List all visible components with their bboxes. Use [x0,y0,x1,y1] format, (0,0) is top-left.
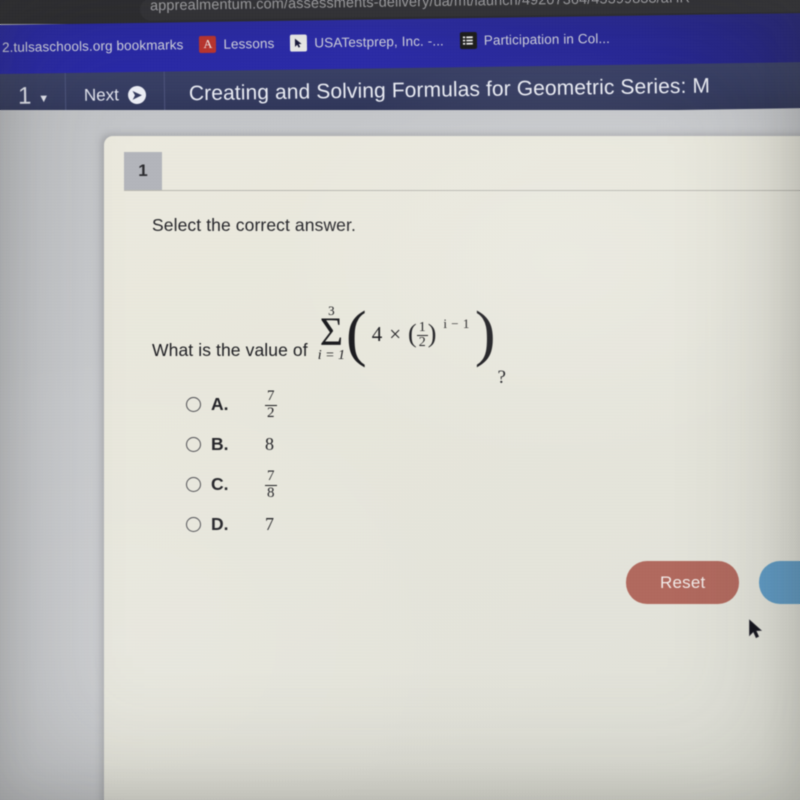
bookmark-label-lessons: Lessons [223,35,275,52]
choice-c-numerator: 7 [265,468,277,486]
bookmark-label-usatestprep: USATestprep, Inc. -... [314,32,444,50]
choice-letter-d: D. [211,513,229,534]
question-stem: What is the value of 3 Σ i = 1 ( 4 × ( 1… [152,299,506,387]
radio-button-d[interactable] [186,516,201,532]
base-denominator: 2 [418,335,426,351]
answer-choice-a[interactable]: A. 7 2 [186,384,277,424]
choice-a-numerator: 7 [265,388,277,406]
answer-choice-d[interactable]: D. 7 [186,504,277,544]
choice-letter-a: A. [211,393,229,414]
bookmark-item-lessons[interactable]: A Lessons [197,32,288,54]
next-button[interactable]: Next [759,561,800,604]
bookmark-item-usatestprep[interactable]: USATestprep, Inc. -... [288,30,458,54]
arrow-right-circle-icon: ➤ [127,85,147,105]
summation-lower-limit: i = 1 [317,347,346,363]
screen-photo: apprealmentum.com/assessments-delivery/u… [0,0,800,800]
expression-close-paren: ) [474,299,496,368]
choice-letter-b: B. [211,433,229,454]
list-lines-icon [459,31,477,49]
question-card: 1 Select the correct answer. What is the… [104,136,800,800]
summation-expression: ( 4 × ( 1 2 ) i − 1 ) [346,299,496,368]
bookmark-folder-label: 2.tulsaschools.org bookmarks [1,36,184,55]
choice-c-denominator: 8 [267,484,275,501]
choice-a-denominator: 2 [267,404,275,421]
multiplication-sign: × [389,322,402,347]
choice-value-c: 7 8 [265,468,277,500]
answer-choices: A. 7 2 B. 8 C. 7 8 D. 7 [186,384,277,544]
question-mark: ? [497,366,506,388]
summation-operator: 3 Σ i = 1 [318,304,345,363]
reset-button[interactable]: Reset [626,561,740,604]
bookmark-folder-tulsaschools[interactable]: 2.tulsaschools.org bookmarks [0,35,198,57]
expression-coefficient: 4 [371,322,383,347]
expression-base-fraction: ( 1 2 ) [408,320,436,350]
choice-value-d: 7 [265,513,274,534]
card-action-buttons: Reset Next [626,561,800,604]
radio-button-b[interactable] [186,436,201,452]
base-open-paren: ( [408,318,417,348]
cursor-arrow-icon [290,33,308,52]
chevron-down-icon: ▾ [40,90,48,106]
radio-button-c[interactable] [186,476,201,492]
question-tab-1[interactable]: 1 [124,152,162,190]
answer-choice-b[interactable]: B. 8 [186,424,277,464]
base-close-paren: ) [427,318,437,348]
bookmark-item-participation[interactable]: Participation in Col... [458,27,624,50]
question-prompt: Select the correct answer. [152,215,356,235]
answer-choice-c[interactable]: C. 7 8 [186,464,277,504]
radio-button-a[interactable] [186,396,201,412]
choice-value-b: 8 [265,433,274,454]
bookmark-label-participation: Participation in Col... [483,30,611,48]
expression-exponent: i − 1 [443,315,470,331]
toolbar-next-label: Next [83,85,120,105]
base-numerator: 1 [416,319,428,337]
letter-a-icon: A [199,35,217,53]
mouse-cursor-icon [748,619,764,641]
expression-open-paren: ( [346,299,367,368]
tab-divider [124,190,800,191]
question-selector-number: 1 [17,82,32,110]
choice-value-a: 7 2 [265,388,277,420]
sigma-icon: Σ [319,309,344,354]
choice-letter-c: C. [211,473,229,494]
question-stem-lead: What is the value of [152,339,308,360]
